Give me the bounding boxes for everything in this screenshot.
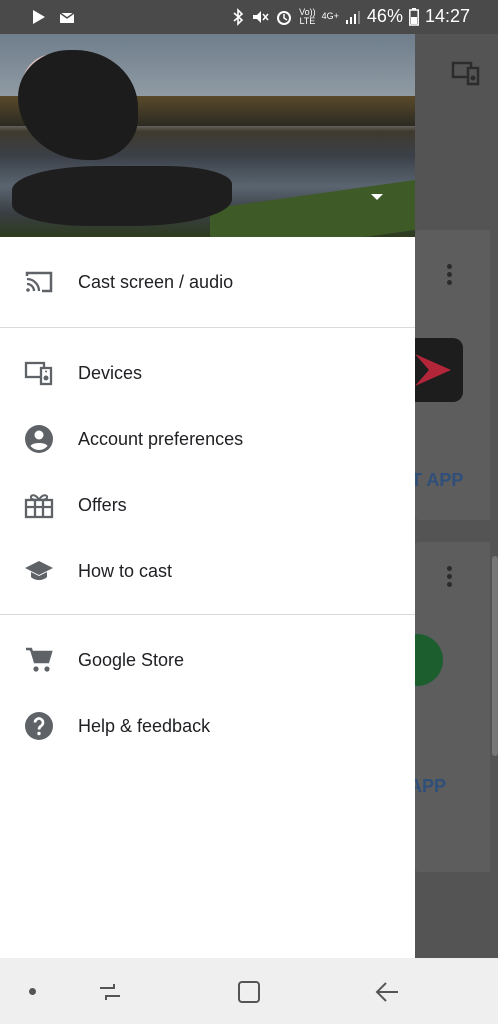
bluetooth-icon	[233, 7, 244, 26]
background-card-1[interactable]: T APP	[415, 230, 490, 520]
background-app: T APP APP	[415, 34, 498, 958]
menu-item-devices[interactable]: Devices	[0, 340, 415, 406]
card-action-label[interactable]: T APP	[415, 470, 463, 491]
menu-item-help-feedback[interactable]: Help & feedback	[0, 693, 415, 759]
play-store-notification-icon	[33, 10, 45, 24]
menu-item-offers[interactable]: Offers	[0, 472, 415, 538]
menu-item-label: How to cast	[78, 560, 173, 581]
account-header[interactable]	[0, 34, 415, 237]
school-icon	[24, 556, 54, 586]
more-options-icon[interactable]	[447, 566, 453, 590]
menu-item-label: Offers	[78, 494, 127, 515]
battery-percent: 46%	[366, 6, 403, 26]
background-card-2[interactable]: APP	[415, 542, 490, 872]
mute-icon	[253, 10, 269, 23]
app-tile-icon	[415, 338, 463, 402]
network-type: 4G+	[321, 11, 339, 21]
card-action-label[interactable]: APP	[415, 776, 446, 797]
help-icon	[24, 711, 54, 741]
spotify-app-icon	[415, 634, 443, 686]
account-circle-icon	[24, 424, 54, 454]
home-button-icon[interactable]	[235, 978, 263, 1006]
redacted-account-name	[12, 166, 232, 226]
account-switcher-dropdown-icon[interactable]	[371, 194, 383, 200]
nav-hide-dot-icon[interactable]	[29, 988, 36, 995]
menu-item-label: Account preferences	[78, 428, 244, 449]
scrollbar[interactable]	[492, 556, 498, 756]
header-image-shore	[210, 179, 415, 237]
menu-item-label: Devices	[78, 362, 143, 383]
status-bar: Vo)) LTE 4G+ 46% 14:27	[0, 0, 498, 34]
redacted-avatar	[18, 50, 138, 160]
menu-item-how-to-cast[interactable]: How to cast	[0, 538, 415, 604]
gift-icon	[24, 490, 54, 520]
menu-item-account-preferences[interactable]: Account preferences	[0, 406, 415, 472]
menu-item-label: Google Store	[78, 649, 185, 670]
menu-item-cast-screen-audio[interactable]: Cast screen / audio	[0, 237, 415, 327]
back-button-icon[interactable]	[374, 978, 402, 1006]
cast-icon	[24, 267, 54, 297]
battery-icon	[409, 7, 419, 26]
navigation-drawer: Cast screen / audio Devices Account pref…	[0, 34, 415, 958]
alarm-icon	[277, 10, 292, 25]
menu-item-google-store[interactable]: Google Store	[0, 627, 415, 693]
clock: 14:27	[424, 6, 470, 26]
menu-item-label: Cast screen / audio	[78, 271, 234, 292]
volte-indicator: Vo)) LTE	[299, 6, 316, 26]
cart-icon	[24, 645, 54, 675]
more-options-icon[interactable]	[447, 264, 453, 288]
signal-icon	[345, 10, 360, 24]
devices-icon	[24, 358, 54, 388]
recents-button-icon[interactable]	[96, 978, 124, 1006]
drawer-menu: Cast screen / audio Devices Account pref…	[0, 237, 415, 759]
device-cast-icon[interactable]	[451, 60, 481, 86]
system-navigation-bar	[0, 958, 498, 1024]
menu-item-label: Help & feedback	[78, 715, 211, 736]
mail-notification-icon	[59, 12, 75, 23]
